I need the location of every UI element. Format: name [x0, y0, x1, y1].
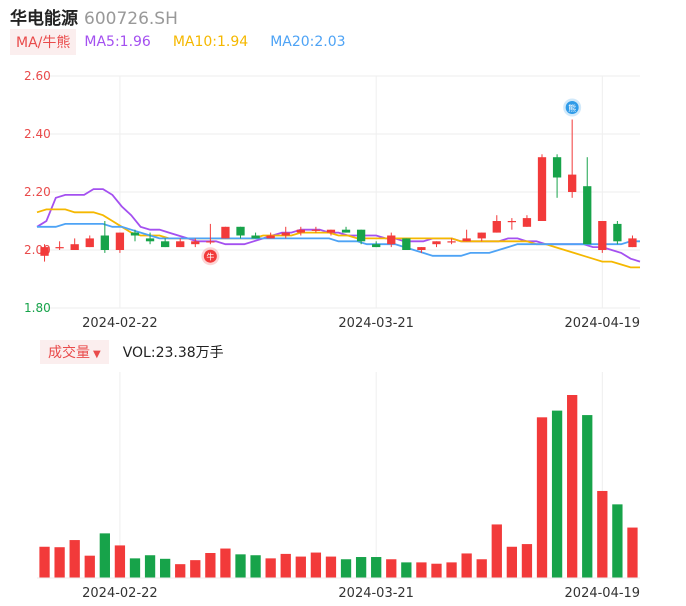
candle-body — [176, 241, 185, 248]
ma5-line — [36, 188, 641, 263]
volume-bar — [386, 559, 397, 578]
volume-bar — [551, 410, 563, 578]
candle-body — [628, 238, 637, 248]
volume-bar — [190, 560, 201, 578]
ma20-line — [37, 222, 640, 257]
x-tick-label: 2024-04-19 — [565, 586, 641, 601]
candle-body — [221, 226, 230, 239]
volume-bar — [401, 562, 412, 578]
volume-bar — [506, 546, 518, 578]
volume-bar — [340, 559, 352, 578]
volume-bar — [476, 559, 487, 578]
x-tick-label: 2024-02-22 — [82, 316, 158, 331]
candle-body — [583, 186, 592, 245]
candle-body — [130, 232, 140, 236]
candle-body — [326, 229, 336, 233]
volume-bar — [597, 490, 608, 578]
volume-bar — [129, 558, 141, 578]
candle-body — [462, 238, 471, 242]
volume-bar — [567, 395, 578, 578]
candle-body — [311, 229, 321, 231]
ma10-line — [36, 208, 640, 269]
candle-body — [145, 238, 155, 242]
volume-bar — [84, 555, 95, 578]
candle-body — [281, 232, 290, 236]
volume-bar — [205, 553, 216, 578]
candle-body — [356, 229, 366, 242]
y-tick-label: 2.20 — [24, 185, 51, 199]
volume-bar — [175, 564, 186, 578]
candle-body — [100, 235, 109, 250]
candle-body — [537, 157, 547, 221]
candle-body — [372, 244, 381, 248]
candle-body — [251, 235, 260, 239]
candle-body — [613, 223, 622, 242]
x-tick-label: 2024-04-19 — [565, 316, 641, 331]
volume-bar — [536, 417, 548, 578]
volume-bar — [355, 557, 367, 578]
x-tick-label: 2024-02-22 — [82, 586, 158, 601]
volume-bar — [627, 527, 638, 578]
volume-bar — [310, 552, 322, 578]
y-tick-label: 1.80 — [24, 301, 51, 315]
candle-body — [341, 229, 351, 233]
marker-glyph: 熊 — [568, 103, 576, 113]
volume-bar — [612, 504, 623, 578]
candle-body — [417, 247, 426, 250]
candle-body — [115, 232, 125, 250]
volume-bar — [250, 555, 261, 578]
candle-body — [568, 174, 577, 192]
candle-body — [507, 221, 517, 223]
volume-bar — [265, 558, 276, 578]
volume-bar — [325, 556, 337, 578]
candle-body — [477, 232, 486, 239]
volume-bar — [114, 545, 126, 578]
volume-bar — [416, 562, 427, 578]
volume-bar — [220, 548, 231, 578]
candle-body — [236, 226, 245, 236]
candle-body — [40, 247, 49, 256]
candle-body — [206, 241, 215, 243]
volume-bar — [69, 540, 80, 578]
volume-bar — [461, 553, 472, 578]
candle-body — [296, 229, 305, 233]
volume-bar — [295, 556, 306, 578]
volume-bar — [159, 558, 171, 578]
volume-bar — [371, 557, 382, 578]
volume-bar — [280, 553, 291, 578]
candle-body — [492, 221, 501, 233]
candle-body — [522, 218, 532, 227]
candle-body — [85, 238, 94, 248]
volume-bar — [235, 554, 246, 578]
volume-bar — [491, 524, 502, 578]
bear-marker-icon: 熊 — [563, 98, 582, 117]
candle-body — [160, 241, 170, 248]
x-tick-label: 2024-03-21 — [338, 586, 414, 601]
candle-body — [266, 235, 275, 239]
stock-chart[interactable]: 2.602.402.202.001.80牛熊2024-02-22 2024-03-… — [0, 0, 686, 606]
x-tick-label: 2024-03-21 — [338, 316, 414, 331]
marker-glyph: 牛 — [206, 252, 214, 262]
volume-bar — [39, 546, 50, 578]
y-tick-label: 2.60 — [24, 69, 51, 83]
candle-body — [191, 241, 200, 245]
volume-bar — [99, 533, 110, 578]
candle-body — [55, 247, 64, 249]
candle-body — [70, 244, 79, 250]
candle-body — [598, 221, 607, 250]
candle-body — [387, 235, 396, 245]
volume-bar — [446, 562, 457, 578]
candle-body — [402, 238, 411, 250]
volume-bar — [144, 555, 156, 578]
volume-bar — [521, 544, 533, 578]
candle-body — [432, 241, 441, 245]
volume-bar — [54, 547, 65, 578]
candle-body — [552, 157, 562, 178]
candle-body — [447, 241, 456, 243]
volume-bar — [431, 563, 442, 578]
y-tick-label: 2.40 — [24, 127, 51, 141]
volume-bar — [582, 415, 593, 578]
bull-marker-icon: 牛 — [201, 247, 220, 266]
